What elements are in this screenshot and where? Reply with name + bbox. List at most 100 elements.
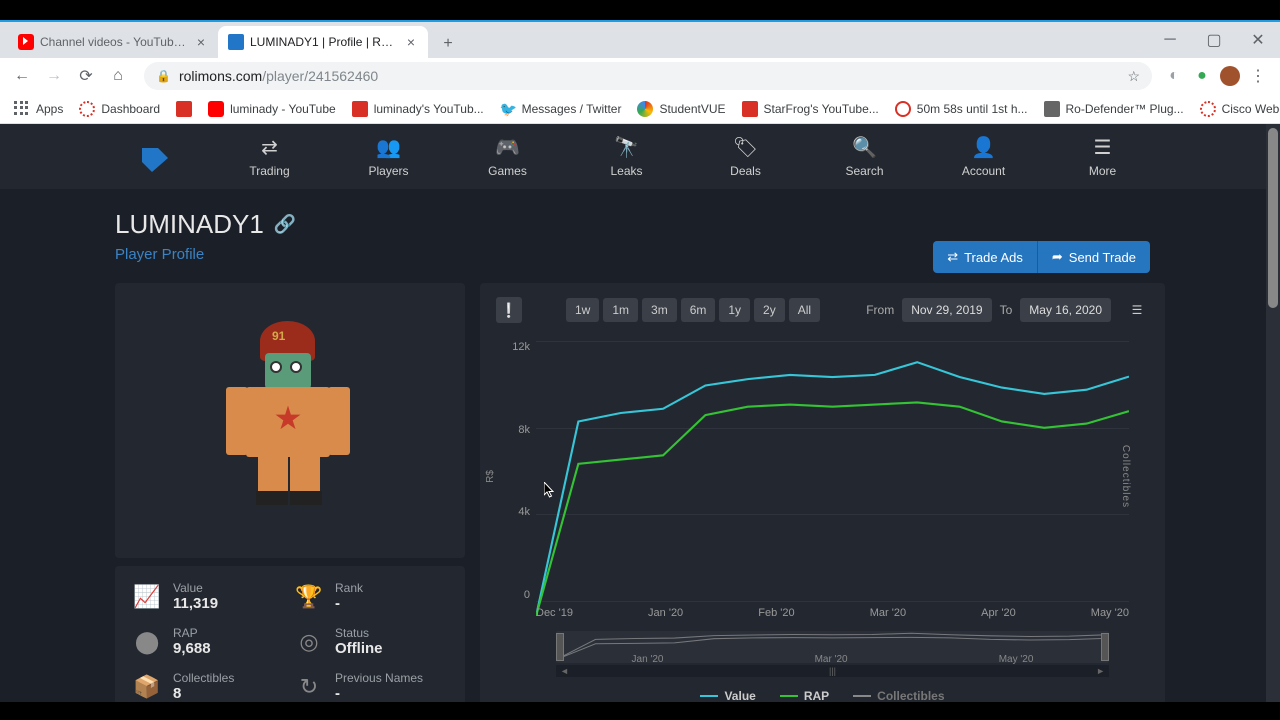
bookmark-item[interactable]: luminady - YouTube bbox=[202, 97, 342, 121]
player-avatar: 91 bbox=[220, 321, 360, 521]
reload-button[interactable]: ⟳ bbox=[72, 62, 100, 90]
profile-avatar-icon[interactable] bbox=[1220, 66, 1240, 86]
page-content: ⇄Trading👥Players🎮Games🔭Leaks🏷Deals🔍Searc… bbox=[0, 124, 1280, 702]
series-rap bbox=[536, 402, 1129, 616]
to-date-input[interactable]: May 16, 2020 bbox=[1020, 298, 1111, 322]
bookmark-item[interactable]: 50m 58s until 1st h... bbox=[889, 97, 1034, 121]
bookmark-item[interactable]: Dashboard bbox=[73, 97, 166, 121]
maximize-button[interactable]: ▢ bbox=[1192, 22, 1236, 58]
coin-icon: ⬤ bbox=[133, 628, 161, 656]
navigator-scrollbar[interactable]: ◄|||► bbox=[556, 665, 1109, 677]
bookmark-favicon: 🐦 bbox=[500, 101, 516, 117]
y-tick: 0 bbox=[498, 589, 530, 601]
stat-status: ◎StatusOffline bbox=[295, 626, 447, 657]
chart-legend: Value RAP Collectibles bbox=[496, 689, 1149, 702]
url-domain: rolimons.com bbox=[179, 68, 262, 84]
series-value bbox=[536, 362, 1129, 616]
alert-button[interactable]: ❕ bbox=[496, 297, 522, 323]
star-icon[interactable]: ☆ bbox=[1127, 68, 1140, 85]
range-1w[interactable]: 1w bbox=[566, 298, 599, 322]
rolimons-favicon bbox=[228, 34, 244, 50]
send-trade-button[interactable]: ➦Send Trade bbox=[1038, 241, 1150, 273]
deals-icon: 🏷 bbox=[733, 136, 758, 160]
bookmark-item[interactable] bbox=[170, 97, 198, 121]
home-button[interactable]: ⌂ bbox=[104, 62, 132, 90]
back-button[interactable]: ← bbox=[8, 62, 36, 90]
bookmark-item[interactable]: Ro-Defender™ Plug... bbox=[1038, 97, 1190, 121]
chart-panel: ❕ 1w1m3m6m1y2yAll From Nov 29, 2019 To M… bbox=[480, 283, 1165, 702]
games-icon: 🎮 bbox=[495, 136, 520, 160]
window-controls: ─ ▢ ✕ bbox=[1148, 22, 1280, 58]
more-icon: ☰ bbox=[1094, 136, 1112, 160]
site-nav: ⇄Trading👥Players🎮Games🔭Leaks🏷Deals🔍Searc… bbox=[0, 124, 1280, 189]
range-1y[interactable]: 1y bbox=[719, 298, 750, 322]
trade-ads-button[interactable]: ⇄Trade Ads bbox=[933, 241, 1038, 273]
legend-value[interactable]: Value bbox=[700, 689, 755, 702]
range-2y[interactable]: 2y bbox=[754, 298, 785, 322]
bookmark-favicon bbox=[1044, 101, 1060, 117]
scrollbar[interactable] bbox=[1266, 124, 1280, 702]
y-tick: 4k bbox=[498, 506, 530, 518]
nav-item-games[interactable]: 🎮Games bbox=[448, 136, 567, 178]
browser-tab-rolimons[interactable]: LUMINADY1 | Profile | Rolimon's × bbox=[218, 26, 428, 58]
extension-icon[interactable]: ● bbox=[1192, 66, 1212, 86]
x-tick: Jan '20 bbox=[648, 607, 683, 619]
scrollbar-thumb[interactable] bbox=[1268, 128, 1278, 308]
lock-icon: 🔒 bbox=[156, 69, 171, 83]
tab-title: LUMINADY1 | Profile | Rolimon's bbox=[250, 35, 398, 49]
close-window-button[interactable]: ✕ bbox=[1236, 22, 1280, 58]
extension-icon[interactable]: ◐ bbox=[1164, 66, 1184, 86]
bookmark-item[interactable]: Cisco Webex bbox=[1194, 97, 1280, 121]
nav-item-deals[interactable]: 🏷Deals bbox=[686, 136, 805, 178]
from-date-input[interactable]: Nov 29, 2019 bbox=[902, 298, 991, 322]
tab-bar: Channel videos - YouTube Studio × LUMINA… bbox=[0, 22, 1280, 58]
close-icon[interactable]: × bbox=[194, 35, 208, 49]
stats-panel: 📈Value11,319 🏆Rank- ⬤RAP9,688 ◎StatusOff… bbox=[115, 566, 465, 702]
chart-menu-button[interactable]: ☰ bbox=[1125, 298, 1149, 322]
legend-collectibles[interactable]: Collectibles bbox=[853, 689, 944, 702]
browser-tab-youtube[interactable]: Channel videos - YouTube Studio × bbox=[8, 26, 218, 58]
x-tick: Mar '20 bbox=[870, 607, 906, 619]
forward-button[interactable]: → bbox=[40, 62, 68, 90]
box-icon: 📦 bbox=[133, 673, 161, 701]
new-tab-button[interactable]: + bbox=[434, 30, 462, 58]
bookmark-item[interactable]: 🐦Messages / Twitter bbox=[494, 97, 628, 121]
range-1m[interactable]: 1m bbox=[603, 298, 638, 322]
x-tick: Dec '19 bbox=[536, 607, 573, 619]
menu-icon[interactable]: ⋮ bbox=[1248, 66, 1268, 86]
minimize-button[interactable]: ─ bbox=[1148, 22, 1192, 58]
chart-area[interactable]: R$ Collectibles 12k8k4k0 Dec '19Jan '20F… bbox=[536, 341, 1129, 601]
nav-item-trading[interactable]: ⇄Trading bbox=[210, 136, 329, 178]
youtube-favicon bbox=[18, 34, 34, 50]
range-all[interactable]: All bbox=[789, 298, 820, 322]
bookmark-favicon bbox=[742, 101, 758, 117]
tab-title: Channel videos - YouTube Studio bbox=[40, 35, 188, 49]
bookmark-item[interactable]: StarFrog's YouTube... bbox=[736, 97, 885, 121]
nav-item-players[interactable]: 👥Players bbox=[329, 136, 448, 178]
players-icon: 👥 bbox=[376, 136, 401, 160]
nav-tick: Mar '20 bbox=[815, 654, 848, 665]
bookmark-favicon bbox=[208, 101, 224, 117]
x-tick: May '20 bbox=[1091, 607, 1129, 619]
from-label: From bbox=[866, 303, 894, 317]
url-input[interactable]: 🔒 rolimons.com/player/241562460 ☆ bbox=[144, 62, 1152, 90]
range-3m[interactable]: 3m bbox=[642, 298, 677, 322]
trophy-icon: 🏆 bbox=[295, 583, 323, 611]
nav-item-account[interactable]: 👤Account bbox=[924, 136, 1043, 178]
apps-button[interactable]: Apps bbox=[8, 97, 69, 121]
nav-item-leaks[interactable]: 🔭Leaks bbox=[567, 136, 686, 178]
site-logo[interactable] bbox=[140, 144, 170, 174]
close-icon[interactable]: × bbox=[404, 35, 418, 49]
signal-icon: ◎ bbox=[295, 628, 323, 656]
nav-item-more[interactable]: ☰More bbox=[1043, 136, 1162, 178]
bookmark-item[interactable]: StudentVUE bbox=[631, 97, 731, 121]
range-6m[interactable]: 6m bbox=[681, 298, 716, 322]
bookmark-item[interactable]: luminady's YouTub... bbox=[346, 97, 490, 121]
address-bar: ← → ⟳ ⌂ 🔒 rolimons.com/player/241562460 … bbox=[0, 58, 1280, 94]
chart-navigator[interactable]: Jan '20Mar '20May '20 bbox=[556, 631, 1109, 663]
nav-tick: Jan '20 bbox=[632, 654, 664, 665]
link-icon[interactable]: 🔗 bbox=[274, 214, 296, 235]
legend-rap[interactable]: RAP bbox=[780, 689, 829, 702]
y-tick: 12k bbox=[498, 341, 530, 353]
nav-item-search[interactable]: 🔍Search bbox=[805, 136, 924, 178]
